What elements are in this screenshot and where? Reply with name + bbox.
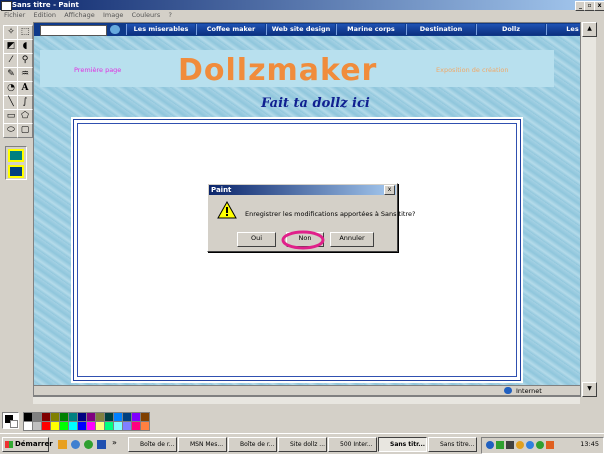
task-paint-active[interactable]: Sans titr... [378,437,427,452]
menu-couleurs[interactable]: Couleurs [132,11,161,19]
go-icon [110,25,120,34]
tray-icon-4[interactable] [516,441,524,449]
tray-icon-2[interactable] [496,441,504,449]
task-site-dollz[interactable]: Site dollz ... [278,437,327,452]
start-button[interactable]: Démarrer [2,437,53,452]
page-subtitle: Fait ta dollz ici [261,96,370,111]
save-dialog: Paint x Enregistrer les modifications ap… [207,183,415,252]
banner-left-link: Première page [74,66,122,74]
tray-icon-3[interactable] [506,441,514,449]
windows-logo-icon [5,441,13,448]
menu-bar: Fichier Edition Affichage Image Couleurs… [0,10,604,20]
fill-bucket-icon[interactable]: ◖ [17,39,33,54]
system-tray: 13:45 [481,437,604,454]
background-color [10,420,18,428]
rounded-rect-icon[interactable]: ▢ [17,123,33,138]
transparent-option-icon[interactable] [8,165,24,178]
task-500-inter[interactable]: 500 Inter... [328,437,377,452]
menu-edition[interactable]: Edition [33,11,56,19]
task-msn[interactable]: MSN Mes... [178,437,227,452]
tray-icon-5[interactable] [526,441,534,449]
tray-icon-6[interactable] [536,441,544,449]
dollzmaker-logo: Dollzmaker [178,53,378,88]
status-zone: Internet [516,387,542,395]
vertical-scrollbar[interactable]: ▲ ▼ [580,22,597,397]
task-mail-2[interactable]: Boîte de r... [228,437,277,452]
nav-tab-marine: Marine corps [336,24,405,35]
dialog-message: Enregistrer les modifications apportées … [245,210,416,218]
scroll-down-icon[interactable]: ▼ [582,382,597,397]
tray-icon-1[interactable] [486,441,494,449]
site-search-input [40,25,107,36]
nav-tab-coffee: Coffee maker [196,24,265,35]
taskbar: Démarrer » Boîte de r... MSN Mes... Boît… [0,433,604,454]
palette-swatch[interactable] [140,421,150,431]
toolbox: ✧ ⬚ ◩ ◖ ⁄ ⚲ ✎ ♒ ◔ A ╲ ∫ ▭ ⬠ ⬭ ▢ [0,22,33,202]
dialog-close-button[interactable]: x [384,185,395,195]
messenger-icon[interactable] [84,440,93,449]
clock: 13:45 [580,440,599,448]
site-banner: Première page Dollzmaker Exposition de c… [40,50,554,88]
curve-icon[interactable]: ∫ [17,95,33,110]
start-label: Démarrer [15,440,53,448]
ie-icon[interactable] [71,440,80,449]
globe-icon [504,387,512,394]
scroll-up-icon[interactable]: ▲ [582,22,597,37]
dialog-title: Paint [209,185,396,195]
task-mail-1[interactable]: Boîte de r... [128,437,177,452]
menu-help[interactable]: ? [168,11,171,19]
nav-tab-webdesign: Web site design [266,24,335,35]
rect-select-icon[interactable]: ⬚ [17,25,33,40]
nav-tab-destination: Destination [406,24,475,35]
outlook-icon[interactable] [58,440,67,449]
tray-icon-7[interactable] [546,441,554,449]
menu-fichier[interactable]: Fichier [4,11,25,19]
more-icon[interactable]: » [112,438,117,447]
horizontal-scrollbar[interactable] [33,396,580,404]
window-title: Sans titre - Paint [12,1,79,9]
task-paint-2[interactable]: Sans titre... [428,437,477,452]
text-tool-icon[interactable]: A [17,81,33,96]
website-navbar: Les miserables Coffee maker Web site des… [34,23,595,36]
browser-status-bar: Internet [34,385,595,395]
quick-launch: » [55,438,125,451]
yes-button[interactable]: Oui [237,232,276,247]
menu-affichage[interactable]: Affichage [64,11,95,19]
tool-options [5,146,27,180]
nav-tab-dollz: Dollz [476,24,545,35]
brush-icon[interactable]: ♒ [17,67,33,82]
desktop-icon[interactable] [97,440,106,449]
window-titlebar[interactable]: Sans titre - Paint _ ▫ x [0,0,604,11]
current-colors[interactable] [2,412,19,429]
banner-right-text: Exposition de création [436,66,509,74]
opaque-option-icon[interactable] [8,149,24,162]
magnifier-icon[interactable]: ⚲ [17,53,33,68]
warning-icon [217,201,237,219]
nav-tab-miserables: Les miserables [126,24,195,35]
cancel-button[interactable]: Annuler [330,232,374,247]
polygon-icon[interactable]: ⬠ [17,109,33,124]
menu-image[interactable]: Image [103,11,123,19]
highlight-circle [281,230,325,250]
color-palette [0,409,160,431]
